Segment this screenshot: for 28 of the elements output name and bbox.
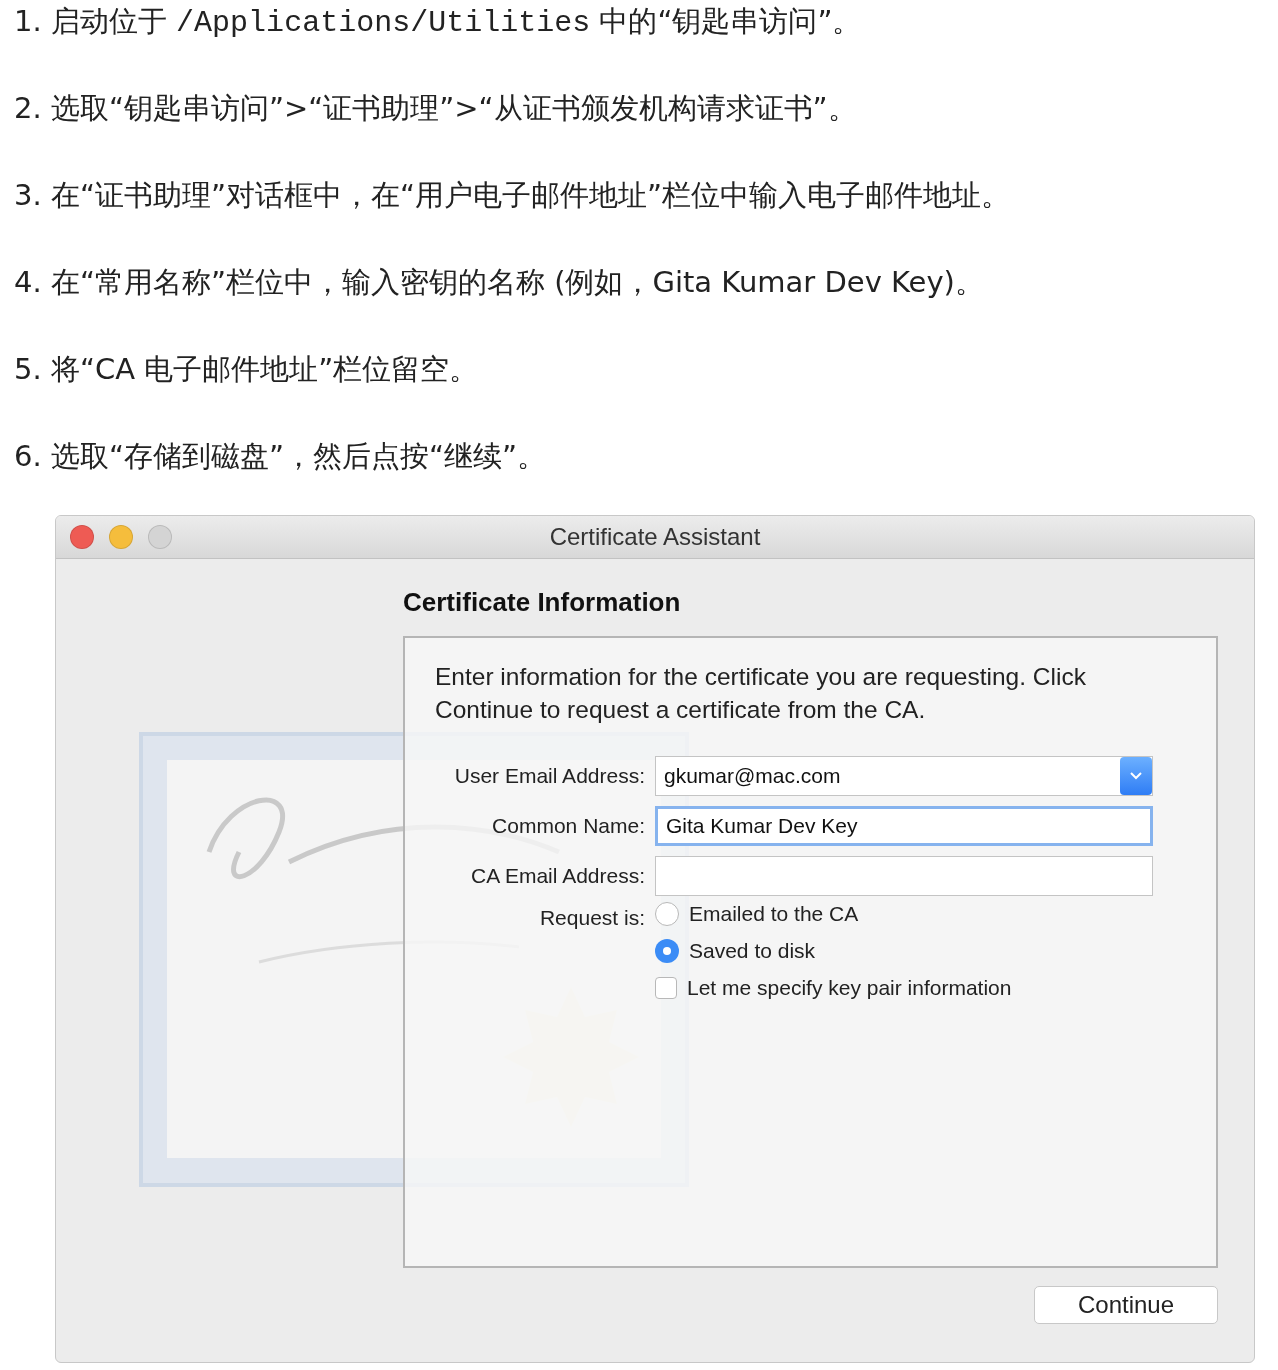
continue-button[interactable]: Continue <box>1034 1286 1218 1324</box>
instruction-step: 5. 将“CA 电子邮件地址”栏位留空。 <box>14 350 479 390</box>
dropdown-button[interactable] <box>1120 757 1152 795</box>
checkbox[interactable] <box>655 977 677 999</box>
input-field[interactable]: Gita Kumar Dev Key <box>655 806 1153 846</box>
radio-button[interactable] <box>655 939 679 963</box>
field-label: Request is: <box>538 906 645 930</box>
field-label: Common Name: <box>491 814 645 838</box>
instruction-step: 1. 启动位于 /Applications/Utilities 中的“钥匙串访问”。 <box>14 2 862 42</box>
minimize-button[interactable] <box>109 525 133 549</box>
option-label: Saved to disk <box>689 939 816 963</box>
field-label: CA Email Address: <box>470 864 645 888</box>
input-field[interactable]: gkumar@mac.com <box>655 756 1153 796</box>
radio-button[interactable] <box>655 902 679 926</box>
instruction-step: 4. 在“常用名称”栏位中，输入密钥的名称 (例如，Gita Kumar Dev Key)。 <box>14 263 984 303</box>
input-field[interactable] <box>655 856 1153 896</box>
chevron-icon <box>1130 772 1142 780</box>
window-title: Certificate Assistant <box>548 523 762 551</box>
instruction-step: 6. 选取“存储到磁盘”，然后点按“继续”。 <box>14 437 546 477</box>
instruction-step: 3. 在“证书助理”对话框中，在“用户电子邮件地址”栏位中输入电子邮件地址。 <box>14 176 1010 216</box>
zoom-button[interactable] <box>148 525 172 549</box>
field-label: User Email Address: <box>453 764 645 788</box>
intro-text: Enter information for the certificate you are requesting. Click Continue to request a certificate from the CA. <box>435 662 1087 725</box>
option-label: Emailed to the CA <box>689 902 859 926</box>
close-button[interactable] <box>70 525 94 549</box>
instruction-step: 2. 选取“钥匙串访问”>“证书助理”>“从证书颁发机构请求证书”。 <box>14 89 857 129</box>
section-heading: Certificate Information <box>403 587 682 618</box>
option-label: Let me specify key pair information <box>687 976 1012 1000</box>
